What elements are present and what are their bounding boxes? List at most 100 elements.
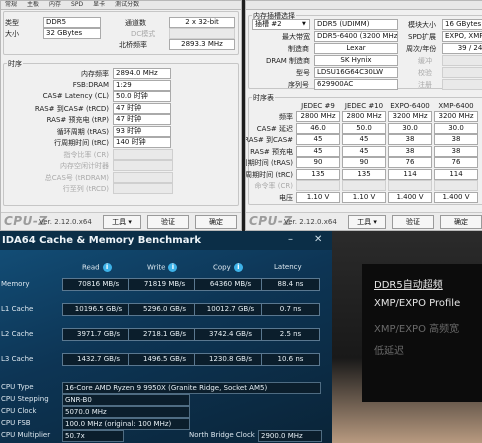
timing-table-cell: 38 <box>388 145 432 157</box>
overclock-profile-panel: DDR5自动超频 XMP/EXPO Profile XMP/EXPO 高频宽 低延迟 <box>332 231 482 443</box>
benchmark-row-label: L3 Cache <box>1 355 34 363</box>
benchmark-read-value: 10196.5 GB/s <box>62 303 135 316</box>
tab-graphics[interactable]: 显卡 <box>93 1 105 9</box>
timing-table-cell: 2800 MHz <box>342 111 386 122</box>
aida-titlebar: IDA64 Cache & Memory Benchmark – ✕ <box>0 231 332 250</box>
timing-row-value <box>113 148 173 160</box>
timing-table-row-label: RAS# 预充电 <box>250 147 293 156</box>
tab-memory[interactable]: 内存 <box>49 1 61 9</box>
read-header-label: Read <box>82 263 100 272</box>
copy-header-label: Copy <box>213 263 231 272</box>
timing-row-value: 2894.0 MHz <box>113 68 171 79</box>
tools-button[interactable]: 工具 ▾ <box>348 215 386 229</box>
write-header-label: Write <box>147 263 166 272</box>
benchmark-latency-value: 10.6 ns <box>261 353 320 366</box>
copy-header: Copy i <box>213 263 243 272</box>
timing-table-cell: 45 <box>342 145 386 157</box>
validate-button[interactable]: 验证 <box>147 215 189 229</box>
read-header: Read i <box>82 263 112 272</box>
tab-spd[interactable]: SPD <box>71 1 83 9</box>
max-bw-label: 最大带宽 <box>282 33 310 41</box>
spd-ext-label: SPD扩展 <box>408 33 437 41</box>
buffered-value <box>442 55 482 66</box>
benchmark-row-label: Memory <box>1 280 30 288</box>
correction-label: 校验 <box>418 69 432 77</box>
info-icon[interactable]: i <box>102 263 112 272</box>
tools-button-label: 工具 <box>357 218 372 226</box>
version-text: Ver. 2.12.0.x64 <box>39 218 92 226</box>
timing-table-cell: 45 <box>296 145 340 157</box>
timing-row-value: 140 时钟 <box>113 137 171 148</box>
timing-row-value <box>113 160 173 171</box>
timing-table-row-label: RAS# 到CAS# <box>245 136 293 144</box>
timing-table-cell <box>388 180 432 191</box>
info-icon[interactable]: i <box>233 263 243 272</box>
timing-table-cell: 1.10 V <box>342 191 386 203</box>
buffered-label: 缓冲 <box>418 57 432 65</box>
menu-item[interactable]: XMP/EXPO Profile <box>374 298 460 309</box>
timing-table-cell: 46.0 <box>296 122 340 134</box>
timing-row-value: 1:29 <box>113 79 171 91</box>
type-value: DDR5 <box>43 17 101 28</box>
menu-item: XMP/EXPO 高频宽 <box>374 324 460 335</box>
spd-ext-value: EXPO, XMP 3 <box>442 31 482 42</box>
timing-table-cell: 45 <box>342 134 386 145</box>
info-icon[interactable]: i <box>168 263 178 272</box>
benchmark-row-label: L1 Cache <box>1 305 34 313</box>
nb-freq-value: 2893.3 MHz <box>169 39 235 50</box>
timing-table-header: JEDEC #10 <box>344 102 384 110</box>
cpuz-tab-strip <box>246 1 482 10</box>
validate-button[interactable]: 验证 <box>392 215 434 229</box>
dropdown-arrow-icon: ▾ <box>128 218 132 226</box>
minimize-icon[interactable]: – <box>288 234 293 245</box>
menu-item: 低延迟 <box>374 346 404 357</box>
timing-table-row-label: 频率 <box>279 113 293 121</box>
benchmark-write-value: 2718.1 GB/s <box>128 328 201 341</box>
timing-row-label: FSB:DRAM <box>72 80 109 89</box>
timing-table-cell: 30.0 <box>434 122 478 134</box>
ok-button[interactable]: 确定 <box>440 215 482 229</box>
system-info-value: 16-Core AMD Ryzen 9 9950X (Granite Ridge… <box>62 382 321 394</box>
timing-row-label: 循环周期 (tRAS) <box>56 127 109 136</box>
version-text: Ver. 2.12.0.x64 <box>284 218 337 226</box>
type-label: 类型 <box>5 19 19 27</box>
week-year-value: 39 / 24 <box>442 43 482 54</box>
timing-table-cell: 135 <box>296 168 340 180</box>
timing-table-cell: 135 <box>342 168 386 180</box>
close-icon[interactable]: ✕ <box>314 234 322 245</box>
tools-button[interactable]: 工具 ▾ <box>103 215 141 229</box>
cpuz-tab-strip: 常规 主板 内存 SPD 显卡 测试分数 <box>1 1 241 10</box>
timing-row-value: 50.0 时钟 <box>113 91 171 102</box>
ok-button[interactable]: 确定 <box>195 215 237 229</box>
benchmark-row-label: L2 Cache <box>1 330 34 338</box>
timing-table-header: EXPO-6400 <box>390 102 430 110</box>
benchmark-read-value: 3971.7 GB/s <box>62 328 135 341</box>
max-bw-value: DDR5-6400 (3200 MHz) <box>314 31 398 42</box>
serial-label: 序列号 <box>288 81 309 89</box>
registered-label: 注册 <box>418 81 432 89</box>
system-info-label: CPU Type <box>1 383 34 391</box>
menu-item[interactable]: DDR5自动超频 <box>374 276 443 291</box>
timing-table-cell: 3200 MHz <box>388 111 432 122</box>
channels-value: 2 x 32-bit <box>169 17 235 28</box>
dc-mode-value <box>169 28 235 39</box>
tab-bench[interactable]: 测试分数 <box>115 1 139 9</box>
size-label: 大小 <box>5 30 19 38</box>
timing-group-title: 时序 <box>7 59 23 69</box>
timing-table-row-label: 命令率 (CR) <box>254 182 293 190</box>
cpuz-spd-window: 内存插槽选择 插槽 #2 ▼ DDR5 (UDIMM) 模块大小 16 GByt… <box>245 0 482 231</box>
module-size-label: 模块大小 <box>408 21 436 29</box>
tab-mainboard[interactable]: 主板 <box>27 1 39 9</box>
tools-button-label: 工具 <box>112 218 127 226</box>
system-info-label: CPU Stepping <box>1 395 49 403</box>
part-value: LDSU16G64C30LW <box>314 67 398 78</box>
cpuz-memory-window: 常规 主板 内存 SPD 显卡 测试分数 类型 DDR5 大小 32 GByte… <box>0 0 242 231</box>
tab-general[interactable]: 常规 <box>5 1 17 9</box>
timing-table-header: JEDEC #9 <box>301 102 335 110</box>
slot-select[interactable]: 插槽 #2 ▼ <box>252 19 310 30</box>
dc-mode-label: DC模式 <box>131 30 156 38</box>
timing-table-cell: 1.400 V <box>388 191 432 203</box>
serial-value: 629900AC <box>314 79 398 90</box>
timing-table-row-label: 周期时间 (tRAS) <box>245 159 293 167</box>
timing-table-cell: 38 <box>434 134 478 145</box>
